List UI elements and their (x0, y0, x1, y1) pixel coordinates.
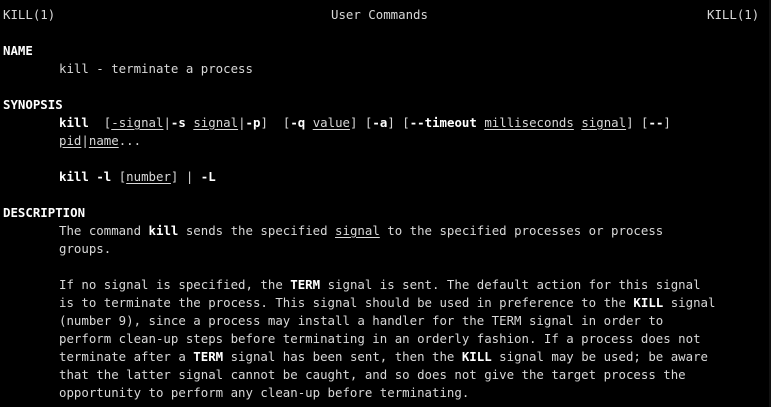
terminal-window[interactable]: KILL(1) User Commands KILL(1) NAME kill … (0, 4, 771, 407)
description-bold: KILL (461, 349, 492, 364)
synopsis-option: -- (648, 115, 664, 130)
synopsis-text: | (163, 115, 171, 130)
synopsis-arg: milliseconds (484, 115, 574, 130)
description-text: terminate after a (59, 349, 194, 364)
synopsis-arg: pid (59, 133, 82, 148)
synopsis-line-1: kill [-signal|-s signal|-p] [-q value] [… (59, 114, 671, 132)
synopsis-cmd: kill (59, 169, 89, 184)
section-name-heading: NAME (3, 43, 33, 58)
man-header-right: KILL(1) (707, 7, 760, 22)
synopsis-line-3: kill -l [number] | -L (59, 168, 216, 186)
description-text: signal has been sent, then the (223, 349, 462, 364)
section-synopsis-heading: SYNOPSIS (3, 97, 63, 112)
synopsis-text: ] [ (626, 115, 649, 130)
synopsis-option: -p (245, 115, 261, 130)
synopsis-text: ] [ (260, 115, 291, 130)
description-text: to the specified processes or process (379, 223, 664, 238)
description-bold: TERM (193, 349, 224, 364)
synopsis-option: -l (96, 169, 112, 184)
synopsis-text: ... (118, 133, 142, 148)
description-line: groups. (59, 241, 112, 256)
synopsis-arg: signal (193, 115, 239, 130)
synopsis-text: | (81, 133, 89, 148)
man-header-left: KILL(1) (3, 7, 56, 22)
description-text: sends the specified (178, 223, 336, 238)
description-bold: kill (148, 223, 179, 238)
description-bold: KILL (633, 295, 664, 310)
synopsis-option: --timeout (409, 115, 477, 130)
synopsis-text: | (238, 115, 246, 130)
description-text: signal is sent. The default action for t… (320, 277, 701, 292)
description-text: is to terminate the process. This signal… (59, 295, 634, 310)
synopsis-text: [ (111, 169, 127, 184)
man-header-center: User Commands (331, 7, 428, 22)
description-line: (number 9), since a process may install … (59, 313, 664, 328)
synopsis-option: -a (372, 115, 388, 130)
description-line: perform clean-up steps before terminatin… (59, 331, 701, 346)
synopsis-text: ] | (170, 169, 201, 184)
synopsis-cmd: kill (59, 115, 89, 130)
synopsis-text: ] [ (350, 115, 373, 130)
synopsis-arg: value (312, 115, 351, 130)
synopsis-option: -q (290, 115, 306, 130)
description-line: that the latter signal cannot be caught,… (59, 367, 686, 382)
synopsis-arg: signal (581, 115, 627, 130)
name-text: kill - terminate a process (59, 61, 253, 76)
description-bold: TERM (290, 277, 321, 292)
description-text: signal may be used; be aware (491, 349, 709, 364)
description-text: If no signal is specified, the (59, 277, 291, 292)
section-description-heading: DESCRIPTION (3, 205, 86, 220)
synopsis-arg: number (126, 169, 171, 184)
synopsis-arg: -signal (111, 115, 164, 130)
synopsis-text: [ (88, 115, 112, 130)
description-line: is to terminate the process. This signal… (59, 294, 715, 312)
synopsis-text (305, 115, 312, 130)
description-underline: signal (335, 223, 380, 238)
description-line: opportunity to perform any clean-up befo… (59, 385, 470, 400)
synopsis-option: -s (170, 115, 186, 130)
description-text: signal (663, 295, 716, 310)
synopsis-arg: name (88, 133, 119, 148)
synopsis-option: -L (200, 169, 216, 184)
synopsis-line-2: pid|name... (59, 132, 141, 150)
synopsis-text: ] [ (387, 115, 410, 130)
description-line: The command kill sends the specified sig… (59, 222, 663, 240)
description-line: terminate after a TERM signal has been s… (59, 348, 708, 366)
description-line: If no signal is specified, the TERM sign… (59, 276, 701, 294)
synopsis-text: ] (663, 115, 671, 130)
description-text: The command (59, 223, 149, 238)
